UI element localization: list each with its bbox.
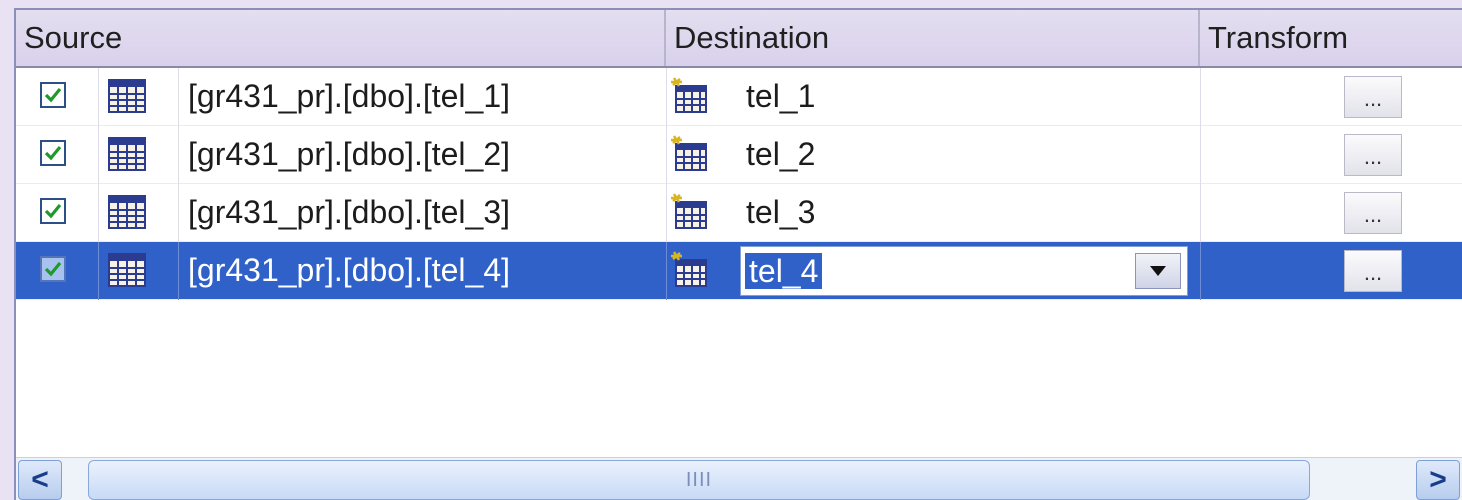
table-icon: [108, 79, 146, 113]
table-row[interactable]: [gr431_pr].[dbo].[tel_1] tel_1 ...: [16, 68, 1462, 126]
grid-header: Source Destination Transform: [16, 10, 1462, 68]
new-table-icon: [671, 193, 707, 229]
edit-transform-button[interactable]: ...: [1344, 192, 1402, 234]
checkmark-icon: [44, 203, 62, 219]
column-header-transform[interactable]: Transform: [1200, 10, 1462, 66]
column-mapping-grid: Source Destination Transform [gr431_pr].…: [14, 8, 1462, 500]
source-table-name: [gr431_pr].[dbo].[tel_3]: [188, 194, 510, 230]
table-icon: [108, 253, 146, 287]
new-table-icon: [671, 135, 707, 171]
column-header-source[interactable]: Source: [16, 10, 666, 66]
destination-table-name[interactable]: tel_1: [746, 68, 815, 124]
include-checkbox[interactable]: [40, 256, 66, 282]
table-row[interactable]: [gr431_pr].[dbo].[tel_4] ... tel_4: [16, 242, 1462, 300]
checkmark-icon: [44, 145, 62, 161]
include-checkbox[interactable]: [40, 82, 66, 108]
destination-combobox-value[interactable]: tel_4: [745, 253, 823, 289]
source-table-name: [gr431_pr].[dbo].[tel_2]: [188, 136, 510, 172]
chevron-down-icon: [1150, 266, 1166, 276]
checkmark-icon: [44, 261, 62, 277]
dropdown-button[interactable]: [1135, 253, 1181, 289]
include-checkbox[interactable]: [40, 198, 66, 224]
chevron-right-icon: >: [1429, 463, 1447, 496]
scroll-thumb[interactable]: IIII: [88, 460, 1310, 500]
horizontal-scrollbar[interactable]: < IIII >: [16, 457, 1462, 500]
new-table-icon: [671, 77, 707, 113]
destination-table-name[interactable]: tel_2: [746, 126, 815, 182]
new-table-icon: [671, 251, 707, 287]
chevron-left-icon: <: [31, 463, 49, 496]
source-table-name: [gr431_pr].[dbo].[tel_4]: [188, 252, 510, 288]
table-row[interactable]: [gr431_pr].[dbo].[tel_3] tel_3 ...: [16, 184, 1462, 242]
checkmark-icon: [44, 87, 62, 103]
table-row[interactable]: [gr431_pr].[dbo].[tel_2] tel_2 ...: [16, 126, 1462, 184]
scroll-left-button[interactable]: <: [18, 460, 62, 500]
destination-combobox[interactable]: tel_4: [740, 246, 1188, 296]
table-icon: [108, 195, 146, 229]
source-table-name: [gr431_pr].[dbo].[tel_1]: [188, 78, 510, 114]
include-checkbox[interactable]: [40, 140, 66, 166]
grip-icon: IIII: [685, 468, 713, 491]
column-header-destination[interactable]: Destination: [666, 10, 1200, 66]
edit-transform-button[interactable]: ...: [1344, 250, 1402, 292]
edit-transform-button[interactable]: ...: [1344, 76, 1402, 118]
destination-table-name[interactable]: tel_3: [746, 184, 815, 240]
table-icon: [108, 137, 146, 171]
scroll-right-button[interactable]: >: [1416, 460, 1460, 500]
edit-transform-button[interactable]: ...: [1344, 134, 1402, 176]
